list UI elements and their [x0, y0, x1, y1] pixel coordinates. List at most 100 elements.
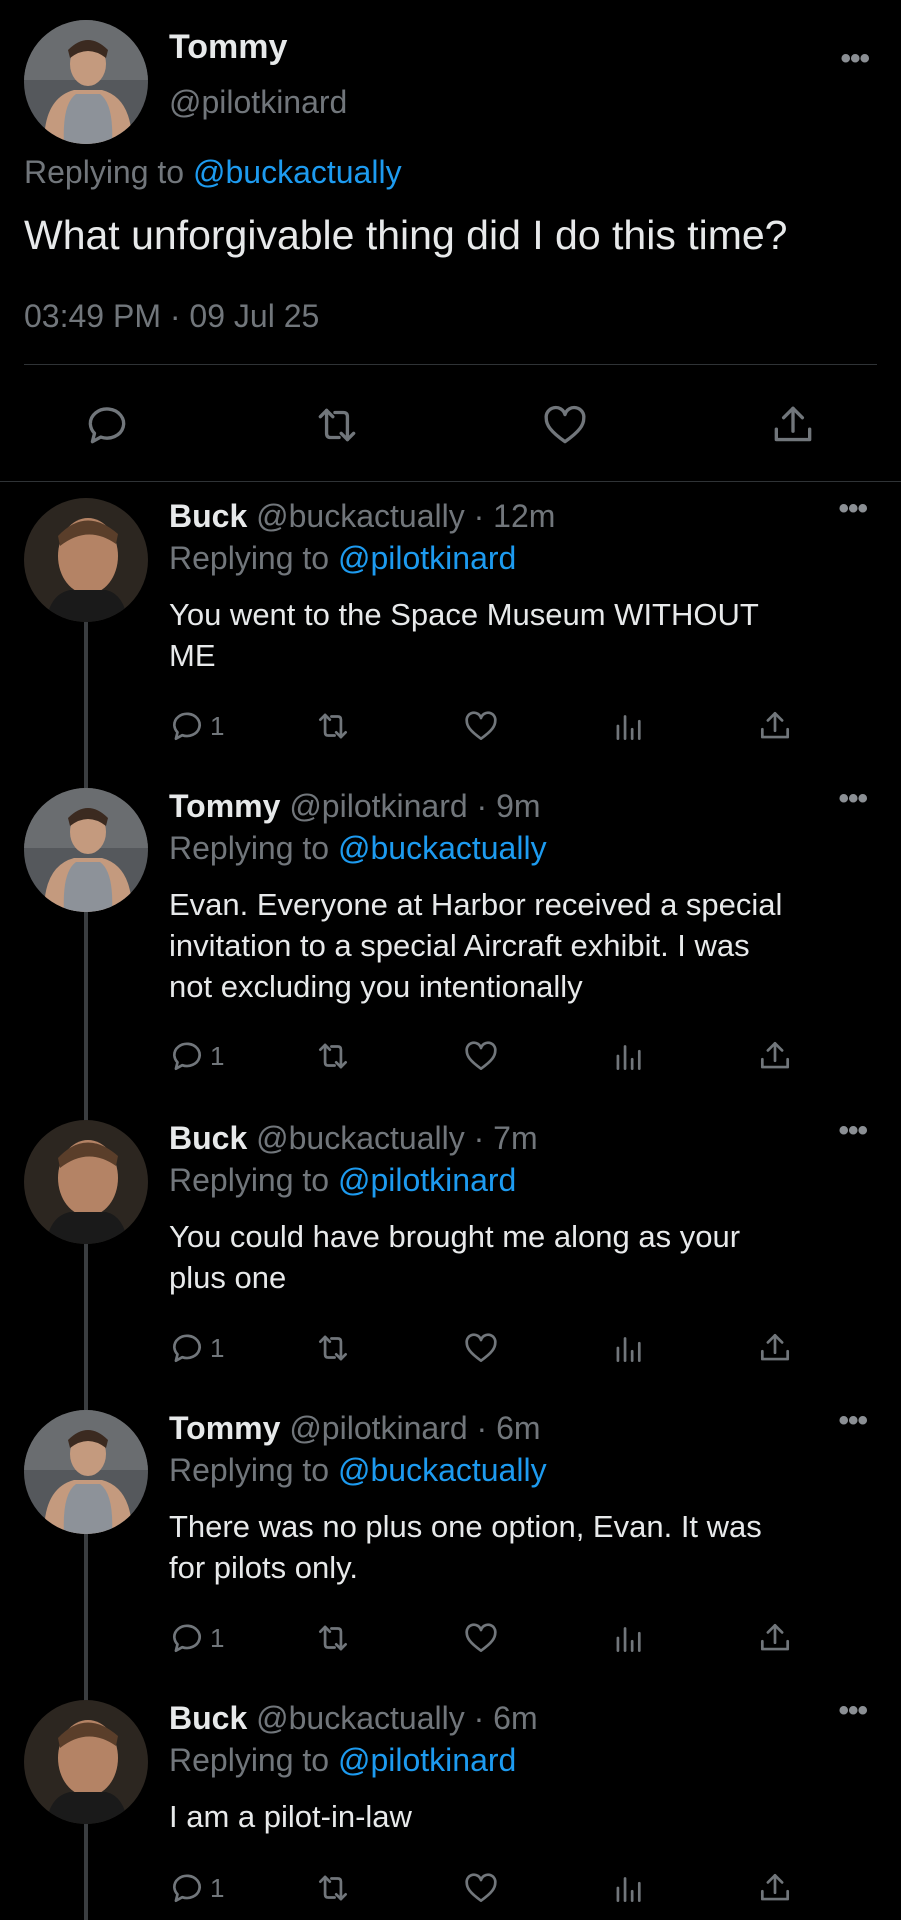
more-options-icon[interactable]: •••: [838, 492, 867, 526]
retweet-icon: [318, 1043, 348, 1069]
avatar[interactable]: [24, 498, 148, 622]
like-button[interactable]: [462, 1618, 500, 1658]
reply-icon: [172, 1042, 201, 1071]
replying-prefix: Replying to: [169, 540, 338, 576]
retweet-button[interactable]: [314, 1868, 352, 1908]
reply-button[interactable]: 1: [168, 706, 224, 746]
author-name[interactable]: Buck: [169, 1700, 247, 1736]
author-handle[interactable]: @pilotkinard: [169, 84, 347, 121]
like-icon[interactable]: [540, 400, 590, 450]
reply-icon: [172, 712, 201, 741]
reply-header: Buck @buckactually · 12m: [169, 498, 555, 535]
reply-count: 1: [210, 1622, 225, 1653]
retweet-icon: [318, 1875, 348, 1901]
replying-to-link[interactable]: @buckactually: [338, 830, 547, 866]
share-button[interactable]: [756, 1036, 794, 1076]
author-name[interactable]: Tommy: [169, 788, 280, 824]
like-button[interactable]: [462, 1036, 500, 1076]
replying-prefix: Replying to: [169, 1742, 338, 1778]
replying-to-link[interactable]: @buckactually: [338, 1452, 547, 1488]
replying-to: Replying to @buckactually: [169, 830, 547, 867]
reply-header: Buck @buckactually · 7m: [169, 1120, 538, 1157]
retweet-button[interactable]: [314, 706, 352, 746]
avatar[interactable]: [24, 20, 148, 144]
main-tweet: Tommy @pilotkinard ••• Replying to @buck…: [0, 0, 901, 482]
analytics-icon: [616, 1627, 641, 1653]
author-name[interactable]: Buck: [169, 1120, 247, 1156]
like-button[interactable]: [462, 1868, 500, 1908]
tweet-text: There was no plus one option, Evan. It w…: [169, 1506, 879, 1588]
replying-to-link[interactable]: @pilotkinard: [338, 540, 516, 576]
reply-count: 1: [210, 1872, 225, 1903]
replying-to: Replying to @pilotkinard: [169, 1742, 516, 1779]
more-options-icon[interactable]: •••: [838, 1404, 867, 1438]
reply-icon[interactable]: [82, 400, 132, 450]
author-name[interactable]: Tommy: [169, 28, 287, 67]
reply-tweet: Buck @buckactually · 6m ••• Replying to …: [0, 1694, 901, 1920]
analytics-icon: [616, 1877, 641, 1903]
reply-icon: [172, 1334, 201, 1363]
retweet-button[interactable]: [314, 1328, 352, 1368]
avatar[interactable]: [24, 1410, 148, 1534]
analytics-icon: [616, 1045, 641, 1071]
share-icon: [760, 711, 790, 739]
share-icon[interactable]: [768, 400, 818, 450]
retweet-icon: [318, 713, 348, 739]
tweet-text-line: ME: [169, 638, 216, 673]
share-button[interactable]: [756, 1328, 794, 1368]
like-icon: [465, 1333, 497, 1363]
tweet-text-line: plus one: [169, 1260, 287, 1295]
share-icon: [760, 1873, 790, 1901]
retweet-icon: [318, 1625, 348, 1651]
reply-tweet: Buck @buckactually · 7m ••• Replying to …: [0, 1114, 901, 1380]
share-button[interactable]: [756, 706, 794, 746]
tweet-text: You could have brought me along as your …: [169, 1216, 879, 1298]
tweet-text-line: invitation to a special Aircraft exhibit…: [169, 928, 750, 963]
like-button[interactable]: [462, 1328, 500, 1368]
reply-header: Tommy @pilotkinard · 9m: [169, 788, 541, 825]
reply-button[interactable]: 1: [168, 1328, 224, 1368]
share-button[interactable]: [756, 1868, 794, 1908]
replying-to: Replying to @pilotkinard: [169, 540, 516, 577]
more-options-icon[interactable]: •••: [838, 782, 867, 816]
more-options-icon[interactable]: •••: [838, 1694, 867, 1728]
tweet-text-line: You went to the Space Museum WITHOUT: [169, 597, 759, 632]
tweet-text-line: I am a pilot-in-law: [169, 1799, 412, 1834]
like-button[interactable]: [462, 706, 500, 746]
tweet-text: I am a pilot-in-law: [169, 1796, 879, 1837]
avatar[interactable]: [24, 1700, 148, 1824]
retweet-button[interactable]: [314, 1618, 352, 1658]
tweet-text-line: You could have brought me along as your: [169, 1219, 741, 1254]
tweet-timestamp: 03:49 PM · 09 Jul 25: [24, 298, 320, 334]
reply-button[interactable]: 1: [168, 1036, 224, 1076]
more-options-icon[interactable]: •••: [840, 42, 869, 76]
author-name[interactable]: Tommy: [169, 1410, 280, 1446]
author-meta: @pilotkinard · 6m: [289, 1410, 541, 1446]
author-name[interactable]: Buck: [169, 498, 247, 534]
more-options-icon[interactable]: •••: [838, 1114, 867, 1148]
tweet-text-line: There was no plus one option, Evan. It w…: [169, 1509, 762, 1544]
views-button[interactable]: [610, 1868, 648, 1908]
retweet-button[interactable]: [314, 1036, 352, 1076]
avatar[interactable]: [24, 1120, 148, 1244]
share-button[interactable]: [756, 1618, 794, 1658]
like-icon: [465, 1873, 497, 1903]
views-button[interactable]: [610, 1618, 648, 1658]
replying-to-link[interactable]: @pilotkinard: [338, 1162, 516, 1198]
views-button[interactable]: [610, 1328, 648, 1368]
replying-to-link[interactable]: @buckactually: [193, 154, 402, 190]
like-icon: [465, 1041, 497, 1071]
analytics-icon: [616, 1337, 641, 1363]
views-button[interactable]: [610, 706, 648, 746]
replying-prefix: Replying to: [169, 1162, 338, 1198]
retweet-icon[interactable]: [312, 400, 362, 450]
reply-button[interactable]: 1: [168, 1618, 224, 1658]
views-button[interactable]: [610, 1036, 648, 1076]
replying-to-link[interactable]: @pilotkinard: [338, 1742, 516, 1778]
divider: [0, 481, 901, 482]
analytics-icon: [616, 715, 641, 741]
tweet-text: You went to the Space Museum WITHOUT ME: [169, 594, 879, 676]
avatar[interactable]: [24, 788, 148, 912]
reply-button[interactable]: 1: [168, 1868, 224, 1908]
reply-icon: [172, 1874, 201, 1903]
